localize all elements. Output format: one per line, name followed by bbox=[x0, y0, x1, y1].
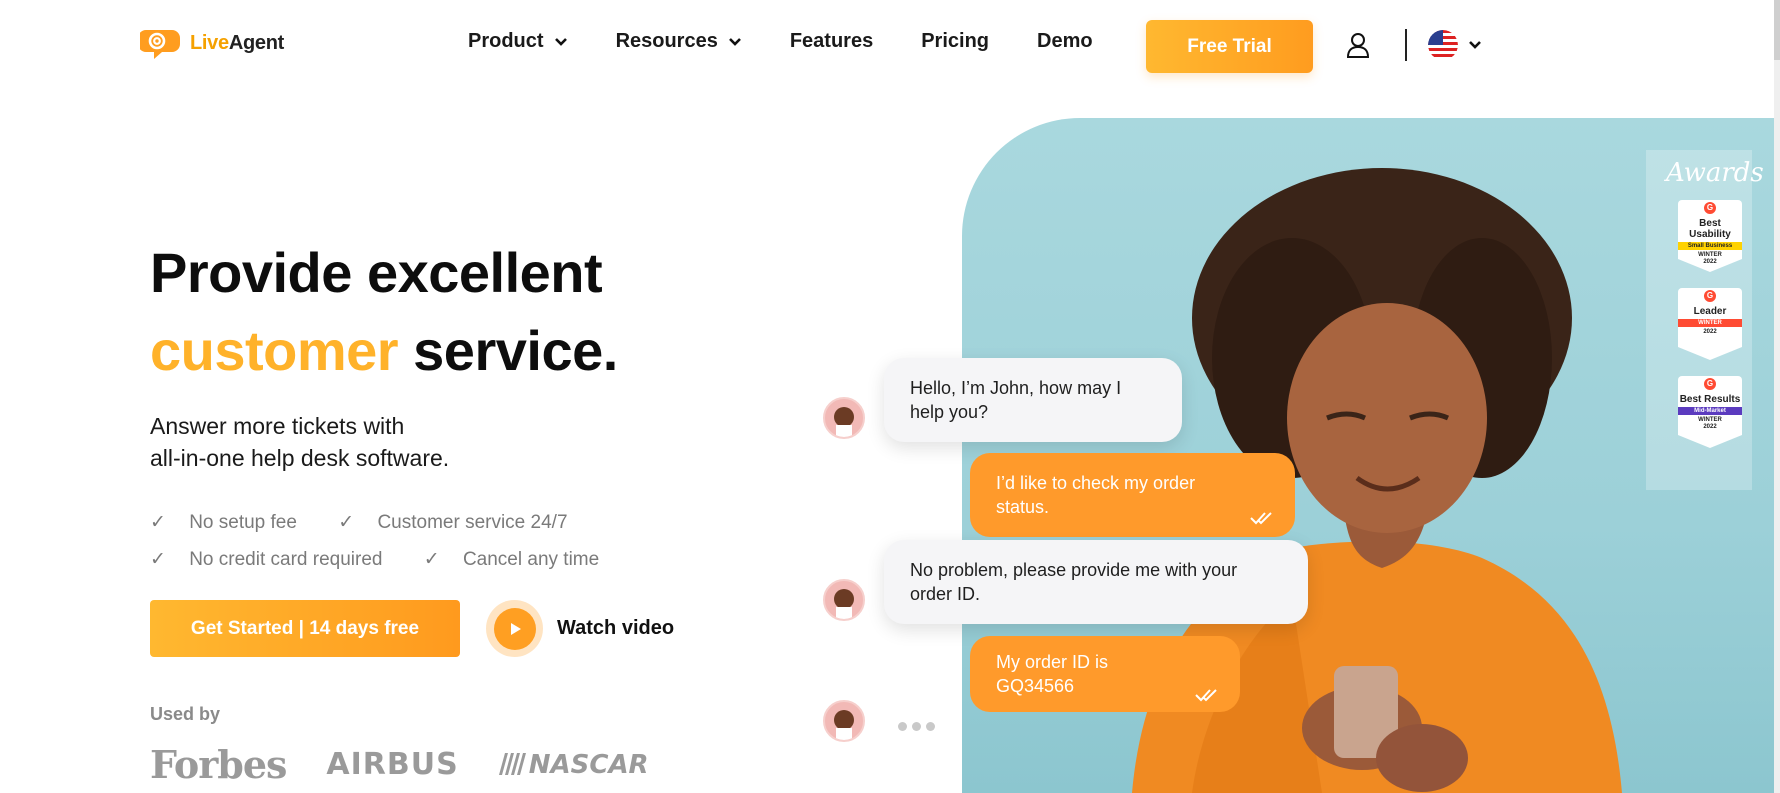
nav-features-label: Features bbox=[789, 30, 874, 52]
logo-text-live: Live bbox=[190, 31, 229, 54]
double-check-icon bbox=[1195, 689, 1217, 702]
language-selector[interactable] bbox=[1428, 30, 1482, 60]
headline-line1: Provide excellent bbox=[150, 241, 603, 304]
free-trial-button[interactable]: Free Trial bbox=[1146, 20, 1313, 73]
user-icon[interactable] bbox=[1346, 32, 1370, 58]
chat-message-agent: No problem, please provide me with your … bbox=[884, 540, 1308, 624]
chat-message-user: My order ID is GQ34566 bbox=[970, 636, 1240, 712]
award-badge: G Best Usability Small Business WINTER 2… bbox=[1678, 200, 1742, 272]
g2-icon: G bbox=[1704, 290, 1716, 302]
header-divider bbox=[1405, 29, 1407, 61]
used-by-label: Used by bbox=[150, 704, 221, 724]
agent-face-icon bbox=[834, 589, 854, 619]
agent-avatar bbox=[823, 579, 865, 621]
nav-pricing[interactable]: Pricing bbox=[921, 30, 989, 53]
nav-resources[interactable]: Resources bbox=[616, 30, 742, 53]
play-icon bbox=[510, 622, 521, 635]
agent-avatar bbox=[823, 397, 865, 439]
get-started-button[interactable]: Get Started | 14 days free bbox=[150, 600, 460, 657]
logo-text: LiveAgent bbox=[190, 32, 284, 55]
us-flag-icon bbox=[1428, 30, 1458, 60]
liveagent-logo[interactable]: LiveAgent bbox=[140, 26, 284, 60]
page-scrollbar[interactable] bbox=[1774, 0, 1780, 793]
benefit-item: ✓ Customer service 24/7 bbox=[338, 512, 568, 533]
main-nav: Product Resources Features Pricing Demo bbox=[468, 30, 1141, 53]
benefit-item: ✓ No setup fee bbox=[150, 512, 297, 533]
badge-stripe: Small Business bbox=[1678, 242, 1742, 250]
logo-icon bbox=[140, 30, 180, 59]
badge-stripe: WINTER bbox=[1678, 319, 1742, 327]
agent-avatar bbox=[823, 700, 865, 742]
badge-year: 2022 bbox=[1703, 424, 1717, 430]
g2-icon: G bbox=[1704, 202, 1716, 214]
hero-subtitle: Answer more tickets with all-in-one help… bbox=[150, 410, 449, 474]
subtitle-line2: all-in-one help desk software. bbox=[150, 445, 450, 471]
benefit-list: ✓ No setup fee ✓ Customer service 24/7 ✓… bbox=[150, 504, 635, 578]
client-logos: Forbes AIRBUS NASCAR bbox=[150, 742, 649, 787]
nav-resources-label: Resources bbox=[615, 30, 718, 52]
logo-text-agent: Agent bbox=[228, 31, 284, 54]
headline-rest: service. bbox=[413, 319, 618, 382]
chat-message-text: I’d like to check my order status. bbox=[996, 473, 1196, 517]
chevron-down-icon bbox=[728, 37, 741, 46]
benefit-item: ✓ No credit card required bbox=[150, 549, 383, 570]
forbes-logo: Forbes bbox=[150, 742, 287, 787]
awards-title: Awards bbox=[1666, 158, 1764, 188]
watch-video-link[interactable]: Watch video bbox=[486, 600, 674, 657]
agent-face-icon bbox=[834, 710, 854, 740]
badge-stripe: Mid-Market bbox=[1678, 407, 1742, 415]
chevron-down-icon bbox=[554, 37, 567, 46]
badge-title: Best Usability bbox=[1689, 218, 1731, 240]
benefit-item: ✓ Cancel any time bbox=[423, 549, 600, 570]
nav-product-label: Product bbox=[468, 30, 544, 52]
agent-face-icon bbox=[834, 407, 854, 437]
scrollbar-thumb[interactable] bbox=[1774, 0, 1780, 60]
subtitle-line1: Answer more tickets with bbox=[150, 413, 405, 439]
nav-features[interactable]: Features bbox=[790, 30, 873, 53]
badge-title: Leader bbox=[1693, 306, 1727, 317]
hero-headline: Provide excellent customer service. bbox=[150, 234, 618, 390]
chat-message-text: My order ID is GQ34566 bbox=[996, 652, 1109, 696]
award-badge: G Leader WINTER 2022 bbox=[1678, 288, 1742, 360]
badge-season: WINTER bbox=[1698, 417, 1722, 423]
g2-icon: G bbox=[1704, 378, 1716, 390]
chevron-down-icon bbox=[1469, 41, 1481, 49]
nav-demo[interactable]: Demo bbox=[1037, 30, 1093, 53]
chat-message-user: I’d like to check my order status. bbox=[970, 453, 1295, 537]
play-button[interactable] bbox=[486, 600, 543, 657]
badge-season: WINTER bbox=[1698, 252, 1722, 258]
award-badge: G Best Results Mid-Market WINTER 2022 bbox=[1678, 376, 1742, 448]
airbus-logo: AIRBUS bbox=[326, 747, 459, 782]
nav-pricing-label: Pricing bbox=[921, 30, 990, 52]
watch-video-label: Watch video bbox=[557, 617, 675, 639]
badge-title: Best Results bbox=[1679, 394, 1741, 405]
chat-message-agent: Hello, I’m John, how may I help you? bbox=[884, 358, 1182, 442]
nav-product[interactable]: Product bbox=[468, 30, 568, 53]
nav-demo-label: Demo bbox=[1037, 30, 1093, 52]
badge-year: 2022 bbox=[1703, 329, 1717, 335]
typing-indicator bbox=[898, 722, 935, 731]
site-header: LiveAgent Product Resources Features Pri… bbox=[0, 0, 1780, 92]
nascar-stripes-icon bbox=[498, 752, 526, 775]
headline-accent: customer bbox=[150, 319, 399, 382]
nascar-logo: NASCAR bbox=[498, 750, 649, 780]
double-check-icon bbox=[1250, 512, 1272, 525]
